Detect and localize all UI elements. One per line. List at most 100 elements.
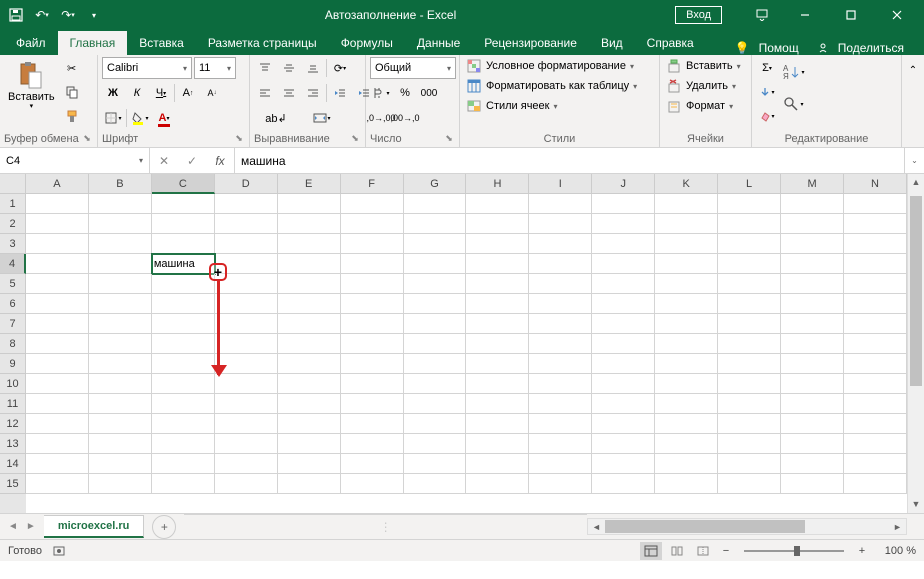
cell-K3[interactable]: [655, 234, 718, 254]
cell-M4[interactable]: [781, 254, 844, 274]
cell-N15[interactable]: [844, 474, 907, 494]
cell-M8[interactable]: [781, 334, 844, 354]
zoom-out-icon[interactable]: −: [718, 545, 734, 557]
merge-icon[interactable]: ▾: [300, 107, 344, 129]
cell-A4[interactable]: [26, 254, 89, 274]
cell-E2[interactable]: [278, 214, 341, 234]
row-header-12[interactable]: 12: [0, 414, 26, 434]
align-launcher-icon[interactable]: ⬊: [349, 133, 361, 145]
cell-C4[interactable]: машина: [152, 254, 215, 274]
cell-K1[interactable]: [655, 194, 718, 214]
cell-M2[interactable]: [781, 214, 844, 234]
cell-B9[interactable]: [89, 354, 152, 374]
cell-K10[interactable]: [655, 374, 718, 394]
align-right-icon[interactable]: [302, 82, 324, 104]
cell-D2[interactable]: [215, 214, 278, 234]
cell-E11[interactable]: [278, 394, 341, 414]
redo-icon[interactable]: ↷▾: [56, 3, 80, 27]
cell-H13[interactable]: [466, 434, 529, 454]
cell-F11[interactable]: [341, 394, 404, 414]
shrink-font-icon[interactable]: A↓: [201, 82, 223, 104]
tab-file[interactable]: Файл: [4, 31, 58, 55]
cell-A5[interactable]: [26, 274, 89, 294]
cell-M13[interactable]: [781, 434, 844, 454]
cell-N3[interactable]: [844, 234, 907, 254]
name-box[interactable]: C4▾: [0, 148, 150, 173]
cell-I4[interactable]: [529, 254, 592, 274]
scroll-down-icon[interactable]: ▼: [908, 496, 924, 513]
cell-E12[interactable]: [278, 414, 341, 434]
wrap-text-icon[interactable]: ab↲: [254, 107, 298, 129]
cell-K4[interactable]: [655, 254, 718, 274]
cell-H1[interactable]: [466, 194, 529, 214]
cell-N4[interactable]: [844, 254, 907, 274]
copy-icon[interactable]: [61, 81, 83, 103]
collapse-ribbon-icon[interactable]: ⌃: [902, 59, 924, 81]
tab-data[interactable]: Данные: [405, 31, 472, 55]
cell-L1[interactable]: [718, 194, 781, 214]
format-cells-button[interactable]: Формат▾: [664, 97, 735, 115]
cell-J13[interactable]: [592, 434, 655, 454]
cell-E15[interactable]: [278, 474, 341, 494]
cell-H6[interactable]: [466, 294, 529, 314]
cell-F4[interactable]: [341, 254, 404, 274]
cell-H11[interactable]: [466, 394, 529, 414]
cell-J8[interactable]: [592, 334, 655, 354]
cell-E4[interactable]: [278, 254, 341, 274]
cell-C9[interactable]: [152, 354, 215, 374]
cell-N10[interactable]: [844, 374, 907, 394]
cell-H15[interactable]: [466, 474, 529, 494]
vscroll-thumb[interactable]: [910, 196, 922, 386]
undo-icon[interactable]: ↶▾: [30, 3, 54, 27]
cell-G7[interactable]: [404, 314, 467, 334]
col-header-K[interactable]: K: [655, 174, 718, 194]
delete-cells-button[interactable]: Удалить▾: [664, 77, 738, 95]
page-break-view-icon[interactable]: [692, 542, 714, 560]
cell-L9[interactable]: [718, 354, 781, 374]
cell-I9[interactable]: [529, 354, 592, 374]
cell-J6[interactable]: [592, 294, 655, 314]
cell-M5[interactable]: [781, 274, 844, 294]
cell-M3[interactable]: [781, 234, 844, 254]
cell-D12[interactable]: [215, 414, 278, 434]
confirm-formula-icon[interactable]: ✓: [178, 154, 206, 168]
formula-input[interactable]: машина: [235, 148, 904, 173]
conditional-formatting-button[interactable]: Условное форматирование▾: [464, 57, 636, 75]
cell-F5[interactable]: [341, 274, 404, 294]
fx-icon[interactable]: fx: [206, 154, 234, 168]
cell-B15[interactable]: [89, 474, 152, 494]
cell-A2[interactable]: [26, 214, 89, 234]
ribbon-options-icon[interactable]: [742, 0, 782, 30]
cell-K14[interactable]: [655, 454, 718, 474]
cell-A12[interactable]: [26, 414, 89, 434]
cell-J1[interactable]: [592, 194, 655, 214]
cell-N1[interactable]: [844, 194, 907, 214]
cell-E13[interactable]: [278, 434, 341, 454]
cell-L10[interactable]: [718, 374, 781, 394]
cell-D14[interactable]: [215, 454, 278, 474]
cell-M12[interactable]: [781, 414, 844, 434]
col-header-D[interactable]: D: [215, 174, 278, 194]
align-top-icon[interactable]: [254, 57, 276, 79]
cell-J10[interactable]: [592, 374, 655, 394]
cell-J15[interactable]: [592, 474, 655, 494]
cell-J2[interactable]: [592, 214, 655, 234]
cell-F14[interactable]: [341, 454, 404, 474]
row-header-9[interactable]: 9: [0, 354, 26, 374]
cell-D1[interactable]: [215, 194, 278, 214]
maximize-icon[interactable]: [828, 0, 874, 30]
cell-L13[interactable]: [718, 434, 781, 454]
cell-L4[interactable]: [718, 254, 781, 274]
tab-view[interactable]: Вид: [589, 31, 635, 55]
cell-N14[interactable]: [844, 454, 907, 474]
font-size-combo[interactable]: 11▾: [194, 57, 236, 79]
cell-N12[interactable]: [844, 414, 907, 434]
cell-L5[interactable]: [718, 274, 781, 294]
cell-J12[interactable]: [592, 414, 655, 434]
minimize-icon[interactable]: [782, 0, 828, 30]
zoom-slider[interactable]: [744, 550, 844, 552]
cell-E7[interactable]: [278, 314, 341, 334]
cell-I10[interactable]: [529, 374, 592, 394]
row-header-8[interactable]: 8: [0, 334, 26, 354]
cell-J3[interactable]: [592, 234, 655, 254]
